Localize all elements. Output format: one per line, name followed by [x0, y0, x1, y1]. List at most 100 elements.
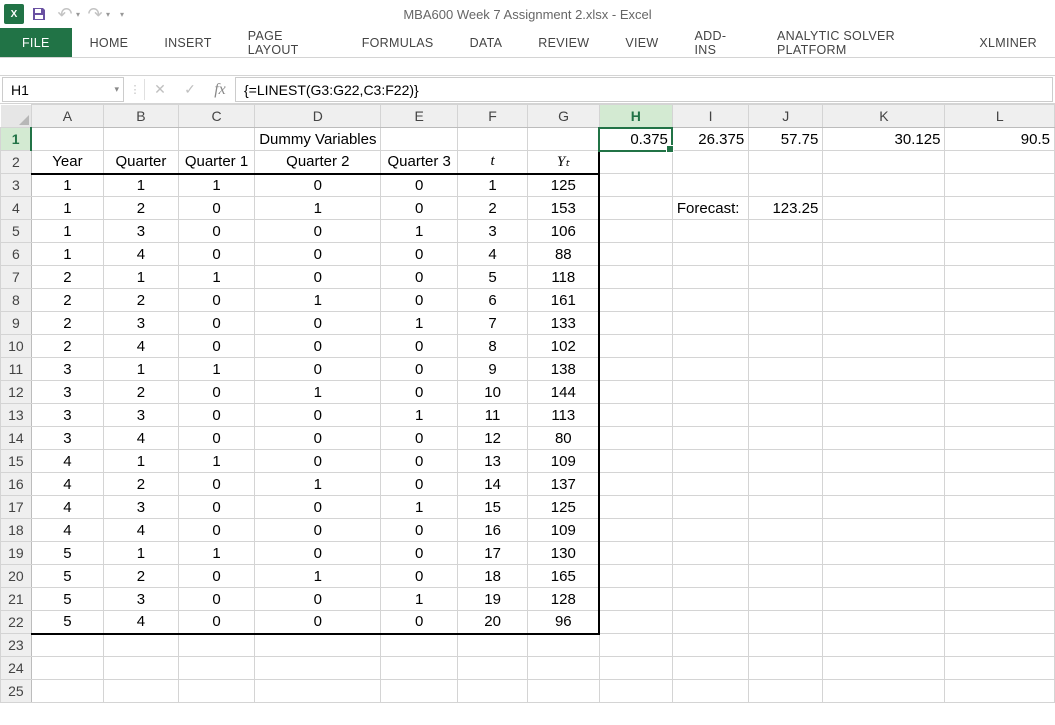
- cell-D16[interactable]: 1: [255, 473, 381, 496]
- cell-C25[interactable]: [178, 680, 254, 703]
- cell-I24[interactable]: [672, 657, 748, 680]
- cell-I22[interactable]: [672, 611, 748, 634]
- cell-A25[interactable]: [31, 680, 103, 703]
- row-header-9[interactable]: 9: [1, 312, 32, 335]
- cell-G22[interactable]: 96: [528, 611, 600, 634]
- cell-F20[interactable]: 18: [457, 565, 527, 588]
- cell-G20[interactable]: 165: [528, 565, 600, 588]
- cancel-formula-icon[interactable]: ✕: [145, 76, 175, 103]
- row-header-14[interactable]: 14: [1, 427, 32, 450]
- row-header-23[interactable]: 23: [1, 634, 32, 657]
- save-icon[interactable]: [28, 3, 50, 25]
- redo-dropdown-icon[interactable]: ▾: [106, 10, 110, 19]
- column-header-K[interactable]: K: [823, 105, 945, 128]
- tab-insert[interactable]: INSERT: [146, 28, 229, 57]
- cell-C15[interactable]: 1: [178, 450, 254, 473]
- cell-D5[interactable]: 0: [255, 220, 381, 243]
- cell-D20[interactable]: 1: [255, 565, 381, 588]
- cell-E5[interactable]: 1: [381, 220, 457, 243]
- cell-G16[interactable]: 137: [528, 473, 600, 496]
- tab-home[interactable]: HOME: [72, 28, 147, 57]
- cell-A16[interactable]: 4: [31, 473, 103, 496]
- cell-D12[interactable]: 1: [255, 381, 381, 404]
- name-box-dropdown-icon[interactable]: ▾: [114, 84, 119, 95]
- cell-C13[interactable]: 0: [178, 404, 254, 427]
- cell-I16[interactable]: [672, 473, 748, 496]
- cell-G21[interactable]: 128: [528, 588, 600, 611]
- row-header-25[interactable]: 25: [1, 680, 32, 703]
- cell-I15[interactable]: [672, 450, 748, 473]
- cell-B23[interactable]: [104, 634, 179, 657]
- cell-B2[interactable]: Quarter: [104, 151, 179, 174]
- cell-I9[interactable]: [672, 312, 748, 335]
- cell-K6[interactable]: [823, 243, 945, 266]
- row-header-8[interactable]: 8: [1, 289, 32, 312]
- cell-B20[interactable]: 2: [104, 565, 179, 588]
- undo-icon[interactable]: ↶: [54, 3, 76, 25]
- cell-J5[interactable]: [749, 220, 823, 243]
- cell-F25[interactable]: [457, 680, 527, 703]
- cell-K14[interactable]: [823, 427, 945, 450]
- row-header-16[interactable]: 16: [1, 473, 32, 496]
- cell-B9[interactable]: 3: [104, 312, 179, 335]
- undo-dropdown-icon[interactable]: ▾: [76, 10, 80, 19]
- column-header-A[interactable]: A: [31, 105, 103, 128]
- cell-A6[interactable]: 1: [31, 243, 103, 266]
- cell-L11[interactable]: [945, 358, 1055, 381]
- cell-G14[interactable]: 80: [528, 427, 600, 450]
- column-header-I[interactable]: I: [672, 105, 748, 128]
- cell-L16[interactable]: [945, 473, 1055, 496]
- cell-D7[interactable]: 0: [255, 266, 381, 289]
- column-header-D[interactable]: D: [255, 105, 381, 128]
- cell-G13[interactable]: 113: [528, 404, 600, 427]
- tab-review[interactable]: REVIEW: [520, 28, 607, 57]
- cell-L18[interactable]: [945, 519, 1055, 542]
- cell-H21[interactable]: [599, 588, 672, 611]
- cell-L17[interactable]: [945, 496, 1055, 519]
- expand-name-box-icon[interactable]: ⋮: [126, 76, 144, 103]
- cell-G2[interactable]: Yₜ: [528, 151, 600, 174]
- cell-E4[interactable]: 0: [381, 197, 457, 220]
- cell-I12[interactable]: [672, 381, 748, 404]
- cell-I1[interactable]: 26.375: [672, 128, 748, 151]
- cell-F1[interactable]: [457, 128, 527, 151]
- cell-C14[interactable]: 0: [178, 427, 254, 450]
- cell-E23[interactable]: [381, 634, 457, 657]
- cell-A12[interactable]: 3: [31, 381, 103, 404]
- cell-K19[interactable]: [823, 542, 945, 565]
- row-header-19[interactable]: 19: [1, 542, 32, 565]
- cell-H16[interactable]: [599, 473, 672, 496]
- cell-I4[interactable]: Forecast:: [672, 197, 748, 220]
- cell-E25[interactable]: [381, 680, 457, 703]
- cell-A13[interactable]: 3: [31, 404, 103, 427]
- cell-H23[interactable]: [599, 634, 672, 657]
- cell-E6[interactable]: 0: [381, 243, 457, 266]
- cell-K22[interactable]: [823, 611, 945, 634]
- cell-C6[interactable]: 0: [178, 243, 254, 266]
- cell-B1[interactable]: [104, 128, 179, 151]
- cell-A14[interactable]: 3: [31, 427, 103, 450]
- cell-B24[interactable]: [104, 657, 179, 680]
- cell-D3[interactable]: 0: [255, 174, 381, 197]
- cell-F13[interactable]: 11: [457, 404, 527, 427]
- cell-A1[interactable]: [31, 128, 103, 151]
- cell-C21[interactable]: 0: [178, 588, 254, 611]
- cell-B21[interactable]: 3: [104, 588, 179, 611]
- row-header-22[interactable]: 22: [1, 611, 32, 634]
- row-header-15[interactable]: 15: [1, 450, 32, 473]
- cell-L7[interactable]: [945, 266, 1055, 289]
- cell-C11[interactable]: 1: [178, 358, 254, 381]
- cell-B19[interactable]: 1: [104, 542, 179, 565]
- cell-J17[interactable]: [749, 496, 823, 519]
- cell-E21[interactable]: 1: [381, 588, 457, 611]
- cell-B11[interactable]: 1: [104, 358, 179, 381]
- cell-G25[interactable]: [528, 680, 600, 703]
- cell-F8[interactable]: 6: [457, 289, 527, 312]
- cell-C12[interactable]: 0: [178, 381, 254, 404]
- cell-C17[interactable]: 0: [178, 496, 254, 519]
- cell-J4[interactable]: 123.25: [749, 197, 823, 220]
- cell-F9[interactable]: 7: [457, 312, 527, 335]
- cell-B4[interactable]: 2: [104, 197, 179, 220]
- column-header-L[interactable]: L: [945, 105, 1055, 128]
- cell-D24[interactable]: [255, 657, 381, 680]
